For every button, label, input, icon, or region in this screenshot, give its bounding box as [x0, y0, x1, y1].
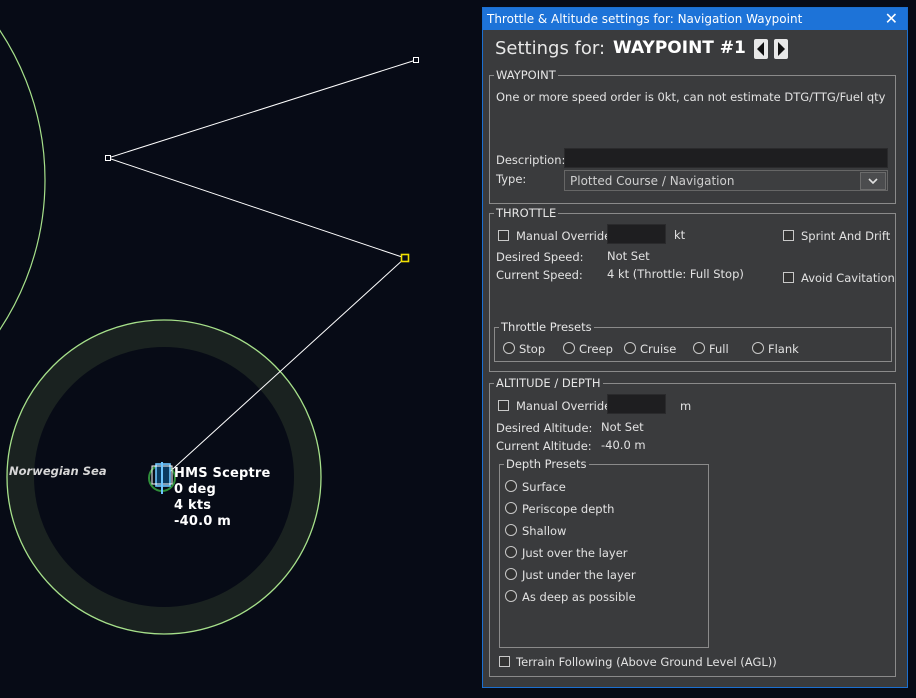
unit-name: HMS Sceptre	[174, 466, 271, 481]
waypoint-group-legend: WAYPOINT	[494, 68, 558, 82]
sprint-drift-checkbox[interactable]	[783, 230, 794, 241]
altitude-depth-group: ALTITUDE / DEPTH Manual Override m Desir…	[489, 376, 896, 677]
preset-cruise-radio[interactable]	[624, 342, 636, 354]
preset-full-label: Full	[709, 342, 729, 356]
selected-waypoint-marker[interactable]	[400, 253, 410, 263]
altitude-group-legend: ALTITUDE / DEPTH	[494, 376, 603, 390]
preset-stop-label: Stop	[519, 342, 546, 356]
chevron-down-icon	[868, 178, 878, 185]
waypoint-group: WAYPOINT One or more speed order is 0kt,…	[489, 68, 896, 204]
close-icon[interactable]: ✕	[885, 8, 898, 30]
next-waypoint-button[interactable]	[774, 39, 788, 59]
depth-under-layer-radio[interactable]	[505, 568, 517, 580]
depth-over-layer-radio[interactable]	[505, 546, 517, 558]
speed-unit-label: kt	[674, 228, 686, 242]
arrow-right-icon	[778, 42, 785, 56]
depth-deep-radio[interactable]	[505, 590, 517, 602]
preset-cruise-label: Cruise	[640, 342, 677, 356]
unit-info-label[interactable]: HMS Sceptre 0 deg 4 kts -40.0 m	[174, 466, 271, 530]
dtg-warning-message: One or more speed order is 0kt, can not …	[496, 90, 886, 104]
throttle-group-legend: THROTTLE	[494, 206, 559, 220]
depth-periscope-radio[interactable]	[505, 502, 517, 514]
depth-presets-legend: Depth Presets	[504, 457, 589, 471]
terrain-following-label: Terrain Following (Above Ground Level (A…	[516, 655, 777, 669]
unit-heading: 0 deg	[174, 482, 216, 497]
waypoint-marker[interactable]	[413, 57, 419, 63]
description-input[interactable]	[564, 148, 888, 168]
preset-full-radio[interactable]	[693, 342, 705, 354]
desired-altitude-value: Not Set	[601, 420, 644, 434]
waypoint-name: WAYPOINT #1	[613, 38, 746, 58]
current-speed-label: Current Speed:	[496, 268, 583, 282]
sprint-drift-label: Sprint And Drift	[801, 229, 891, 243]
waypoint-marker[interactable]	[105, 155, 111, 161]
throttle-presets-legend: Throttle Presets	[499, 320, 594, 334]
description-label: Description:	[496, 153, 566, 167]
depth-shallow-radio[interactable]	[505, 524, 517, 536]
current-altitude-value: -40.0 m	[601, 438, 646, 452]
speed-input[interactable]	[607, 224, 666, 244]
depth-over-layer-label: Just over the layer	[522, 546, 628, 560]
preset-flank-label: Flank	[768, 342, 799, 356]
depth-presets-group: Depth Presets Surface Periscope depth Sh…	[499, 457, 709, 648]
unit-depth: -40.0 m	[174, 514, 231, 529]
unit-speed: 4 kts	[174, 498, 212, 513]
avoid-cavitation-checkbox[interactable]	[783, 272, 794, 283]
throttle-altitude-dialog: Throttle & Altitude settings for: Naviga…	[482, 7, 908, 688]
throttle-manual-override-label: Manual Override	[516, 229, 612, 243]
altitude-manual-override-checkbox[interactable]	[498, 400, 509, 411]
dialog-title: Throttle & Altitude settings for: Naviga…	[487, 12, 803, 26]
preset-flank-radio[interactable]	[752, 342, 764, 354]
desired-speed-value: Not Set	[607, 249, 650, 263]
desired-speed-label: Desired Speed:	[496, 250, 584, 264]
depth-shallow-label: Shallow	[522, 524, 567, 538]
dropdown-button[interactable]	[860, 172, 886, 190]
waypoint-type-value: Plotted Course / Navigation	[570, 174, 735, 188]
current-altitude-label: Current Altitude:	[496, 439, 592, 453]
preset-creep-label: Creep	[579, 342, 613, 356]
terrain-following-checkbox[interactable]	[499, 656, 510, 667]
previous-waypoint-button[interactable]	[754, 39, 768, 59]
altitude-manual-override-label: Manual Override	[516, 399, 612, 413]
desired-altitude-label: Desired Altitude:	[496, 421, 593, 435]
sea-area-label: Norwegian Sea	[9, 464, 107, 478]
depth-deep-label: As deep as possible	[522, 590, 636, 604]
throttle-group: THROTTLE Manual Override kt Sprint And D…	[489, 206, 896, 372]
avoid-cavitation-label: Avoid Cavitation	[801, 271, 895, 285]
throttle-manual-override-checkbox[interactable]	[498, 230, 509, 241]
type-label: Type:	[496, 172, 527, 186]
altitude-input[interactable]	[607, 394, 666, 414]
current-speed-value: 4 kt (Throttle: Full Stop)	[607, 267, 744, 281]
depth-periscope-label: Periscope depth	[522, 502, 615, 516]
depth-surface-radio[interactable]	[505, 480, 517, 492]
preset-creep-radio[interactable]	[563, 342, 575, 354]
arrow-left-icon	[757, 42, 764, 56]
preset-stop-radio[interactable]	[503, 342, 515, 354]
depth-under-layer-label: Just under the layer	[522, 568, 636, 582]
dialog-titlebar[interactable]: Throttle & Altitude settings for: Naviga…	[483, 8, 907, 30]
depth-surface-label: Surface	[522, 480, 566, 494]
settings-for-label: Settings for:	[495, 38, 606, 59]
throttle-presets-group: Throttle Presets Stop Creep Cruise Full …	[494, 320, 892, 362]
waypoint-type-dropdown[interactable]: Plotted Course / Navigation	[564, 170, 888, 191]
altitude-unit-label: m	[680, 399, 692, 413]
